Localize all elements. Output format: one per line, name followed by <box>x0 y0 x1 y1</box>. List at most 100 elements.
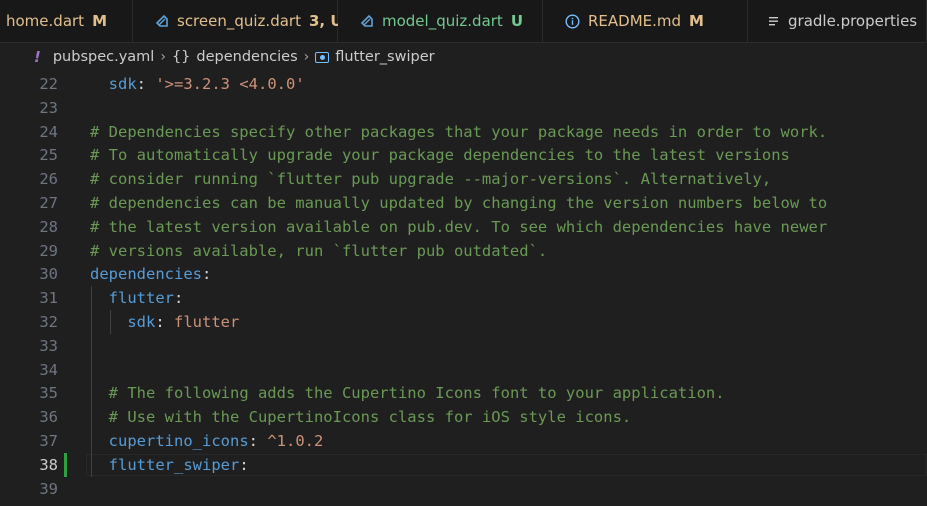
code-line: 34 <box>0 358 927 382</box>
editor-tab[interactable]: gradle.properties <box>748 0 927 42</box>
code-token: sdk <box>127 313 156 331</box>
code-text: # Use with the CupertinoIcons class for … <box>90 405 632 429</box>
code-token: # consider running `flutter pub upgrade … <box>90 170 772 189</box>
line-number: 36 <box>39 408 58 427</box>
line-number: 35 <box>39 384 58 403</box>
line-number: 25 <box>39 146 58 165</box>
git-added-marker <box>64 452 67 477</box>
code-token: # versions available, run `flutter pub o… <box>90 241 548 260</box>
code-line: 29 # versions available, run `flutter pub… <box>0 239 927 263</box>
line-number: 32 <box>39 313 58 331</box>
editor-tab-label: gradle.properties <box>788 12 918 30</box>
code-text: sdk: flutter <box>90 310 239 334</box>
code-text: # consider running `flutter pub upgrade … <box>90 167 771 191</box>
code-text: # dependencies can be manually updated b… <box>90 191 827 215</box>
breadcrumb-item[interactable]: flutter_swiper <box>315 49 435 65</box>
line-number: 28 <box>39 217 58 236</box>
line-number: 23 <box>39 98 58 117</box>
git-status-badge: M <box>689 12 704 30</box>
code-editor[interactable]: 22 sdk: '>=3.2.3 <4.0.0' 23 24 # Dependenci… <box>0 71 927 506</box>
line-number: 26 <box>39 170 58 189</box>
code-token: : <box>174 289 184 308</box>
line-number: 37 <box>39 432 58 450</box>
code-token: flutter_swiper <box>108 455 240 474</box>
code-token: # the latest version available on pub.de… <box>90 217 828 236</box>
code-line: 36 # Use with the CupertinoIcons class f… <box>0 405 927 429</box>
breadcrumb: ! pubspec.yaml › {} dependencies › flutt… <box>0 43 927 71</box>
editor-tab-bar: home.dart Mscreen_quiz.dart 3, Umodel_quiz… <box>0 0 927 43</box>
code-text: flutter_swiper: <box>90 453 249 477</box>
code-token: cupertino_icons <box>108 432 249 450</box>
symbol-key-icon <box>315 51 330 63</box>
breadcrumb-section-label: dependencies <box>196 49 298 65</box>
editor-tab[interactable]: model_quiz.dart U <box>338 0 543 42</box>
line-number: 29 <box>39 241 58 260</box>
editor-tab-label: model_quiz.dart <box>382 12 503 30</box>
code-line: 28 # the latest version available on pub.… <box>0 215 927 239</box>
code-line: 38 flutter_swiper: <box>0 452 927 477</box>
editor-tab[interactable]: README.md M <box>543 0 748 42</box>
indent-guide <box>91 286 92 477</box>
code-line: 35 # The following adds the Cupertino Ic… <box>0 381 927 405</box>
code-line: 26 # consider running `flutter pub upgrad… <box>0 167 927 191</box>
code-line: 30 dependencies: <box>0 262 927 286</box>
info-icon <box>565 13 580 29</box>
code-token: # Dependencies specify other packages th… <box>90 122 828 141</box>
yaml-file-icon: ! <box>34 48 41 66</box>
indent-guide <box>110 310 111 334</box>
breadcrumb-file-label: pubspec.yaml <box>52 49 155 65</box>
code-text: sdk: '>=3.2.3 <4.0.0' <box>90 72 305 96</box>
code-line: 33 <box>0 334 927 358</box>
code-token: : <box>136 75 156 93</box>
code-token: : <box>239 455 249 474</box>
code-text: dependencies: <box>90 262 211 286</box>
code-line: 22 sdk: '>=3.2.3 <4.0.0' <box>0 72 927 96</box>
code-line: 27 # dependencies can be manually updated… <box>0 191 927 215</box>
line-number: 31 <box>39 289 58 308</box>
code-text: cupertino_icons: ^1.0.2 <box>90 429 324 453</box>
editor-tab[interactable]: home.dart M <box>0 0 133 42</box>
code-token: '>=3.2.3 <4.0.0' <box>155 75 305 93</box>
code-line: 25 # To automatically upgrade your packag… <box>0 143 927 167</box>
code-text: # To automatically upgrade your package … <box>90 143 790 167</box>
braces-icon: {} <box>171 49 191 65</box>
breadcrumb-item-label: flutter_swiper <box>335 49 435 65</box>
code-token: # To automatically upgrade your package … <box>90 146 790 165</box>
editor-tab[interactable]: screen_quiz.dart 3, U <box>133 0 343 42</box>
code-token: # dependencies can be manually updated b… <box>90 194 828 212</box>
code-token: : <box>201 265 212 284</box>
line-number: 30 <box>39 265 58 284</box>
code-line: 31 flutter: <box>0 286 927 310</box>
line-number: 34 <box>39 360 58 379</box>
code-text: # versions available, run `flutter pub o… <box>90 239 547 263</box>
code-line: 23 <box>0 96 927 120</box>
code-token: # Use with the CupertinoIcons class for … <box>108 408 632 427</box>
code-token: flutter <box>174 313 240 331</box>
breadcrumb-section[interactable]: {} dependencies <box>172 49 298 65</box>
line-number: 33 <box>39 336 58 355</box>
breadcrumb-file[interactable]: ! pubspec.yaml <box>34 48 154 66</box>
line-number: 24 <box>39 122 58 141</box>
dart-icon <box>360 14 374 28</box>
code-token: sdk <box>108 75 137 93</box>
editor-tab-label: home.dart <box>6 12 85 30</box>
code-token: : <box>155 313 174 331</box>
editor-tab-label: screen_quiz.dart <box>177 12 301 30</box>
code-line: 24 # Dependencies specify other packages … <box>0 120 927 144</box>
code-text: # The following adds the Cupertino Icons… <box>90 381 725 405</box>
line-number: 22 <box>39 75 58 93</box>
code-line: 32 sdk: flutter <box>0 310 927 334</box>
lines-icon <box>768 15 780 28</box>
code-line: 39 <box>0 477 927 501</box>
dart-icon <box>155 14 169 28</box>
chevron-right-icon: › <box>160 49 166 65</box>
code-token: : <box>248 432 268 450</box>
code-token: flutter <box>108 289 174 308</box>
code-text: # the latest version available on pub.de… <box>90 215 827 239</box>
git-status-badge: M <box>92 12 107 30</box>
